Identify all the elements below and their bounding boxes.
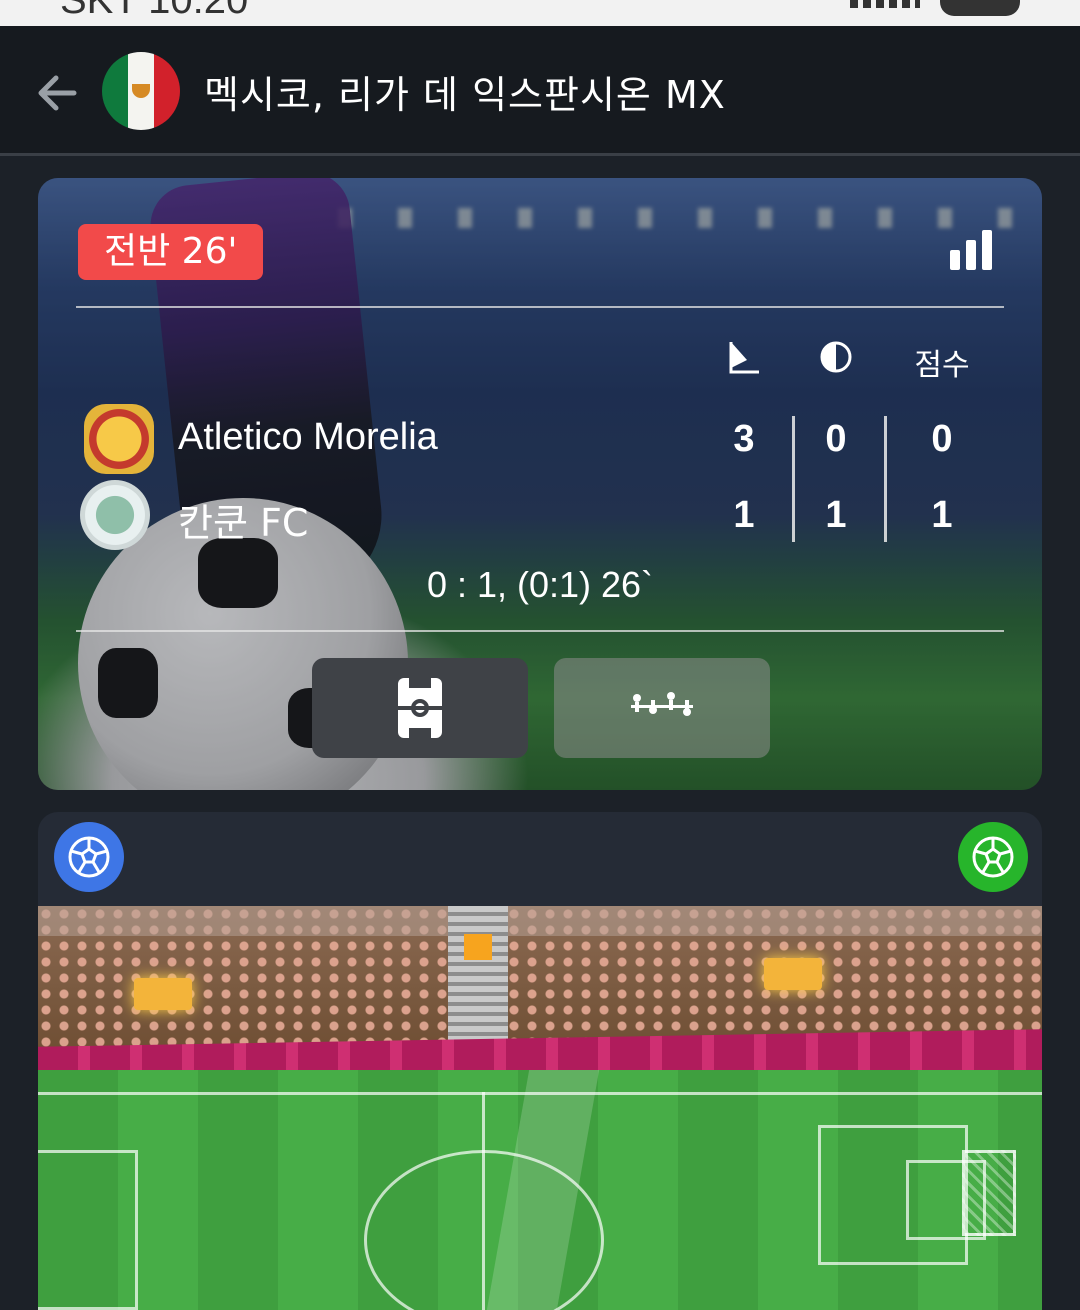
- last-goal-event: 0 : 1, (0:1) 26`: [426, 564, 654, 605]
- back-arrow-icon[interactable]: [30, 66, 84, 120]
- away-half-score: 1: [825, 494, 847, 536]
- home-soccer-ball-icon: [54, 822, 124, 892]
- tab-lineup[interactable]: [554, 658, 770, 758]
- stats-bar-icon[interactable]: [950, 230, 992, 270]
- corner-flag-icon: [704, 340, 784, 382]
- pitch-view-icon: [398, 678, 442, 738]
- away-corners: 1: [733, 494, 755, 536]
- home-half-score: 0: [825, 418, 847, 460]
- tab-pitch-view[interactable]: [312, 658, 528, 758]
- top-divider: [76, 306, 1004, 308]
- bottom-divider: [76, 630, 1004, 632]
- column-divider: [884, 416, 887, 542]
- match-scoreboard-card: 전반 26' 점수 Atletico Morelia 3 0 0 칸쿤 FC 1…: [38, 178, 1042, 790]
- away-soccer-ball-icon: [958, 822, 1028, 892]
- goal-net: [962, 1150, 1016, 1236]
- home-score: 0: [931, 418, 953, 460]
- status-time-partial: SKT 10:20: [60, 0, 249, 22]
- app-header: 멕시코, 리가 데 익스판시온 MX: [0, 26, 1080, 156]
- away-score: 1: [931, 494, 953, 536]
- home-team-name: Atletico Morelia: [178, 416, 438, 458]
- stadium-tower: [448, 906, 508, 1046]
- atletico-morelia-logo: [84, 404, 154, 474]
- away-team-name: 칸쿤 FC: [178, 501, 309, 545]
- mexico-flag-icon: [102, 52, 180, 130]
- floodlight: [764, 958, 822, 990]
- league-title: 멕시코, 리가 데 익스판시온 MX: [204, 73, 726, 117]
- floodlight: [134, 978, 192, 1010]
- match-status-badge: 전반 26': [78, 224, 264, 280]
- half-time-icon: [796, 340, 876, 382]
- score-column-label: 점수: [914, 348, 970, 383]
- lineup-icon: [631, 692, 693, 716]
- live-field-card: [38, 812, 1042, 1310]
- cancun-fc-logo: [80, 480, 150, 550]
- battery-icon: [940, 0, 1020, 16]
- status-bar: SKT 10:20: [0, 0, 1080, 26]
- soccer-pitch: [38, 1070, 1042, 1310]
- home-corners: 3: [733, 418, 755, 460]
- signal-icon: [850, 0, 920, 8]
- column-divider: [792, 416, 795, 542]
